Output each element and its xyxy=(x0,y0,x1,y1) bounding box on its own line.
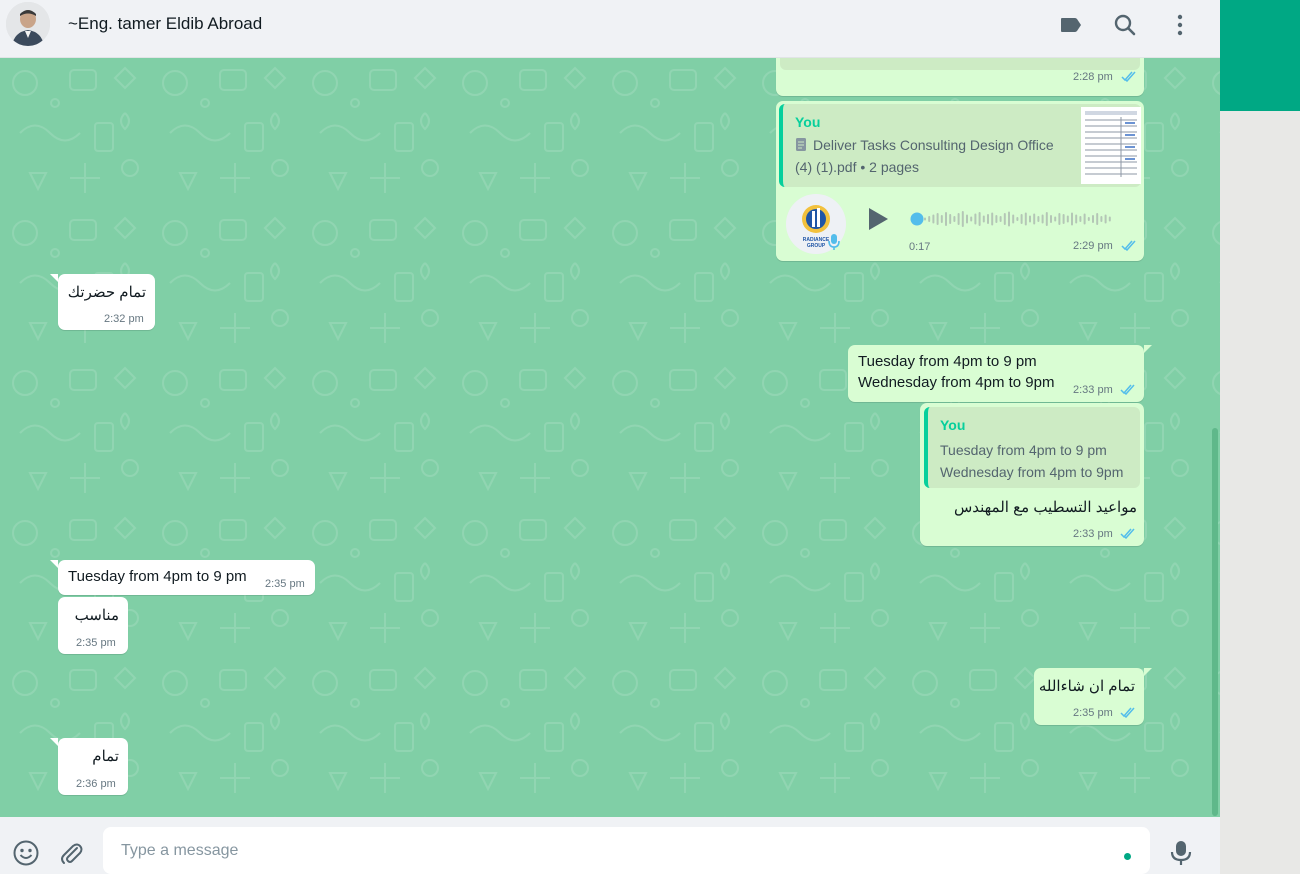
message-bubble-incoming[interactable]: مناسب 2:35 pm xyxy=(58,597,128,654)
quote-text-line1: Tuesday from 4pm to 9 pm xyxy=(940,442,1107,458)
quote-document-info: (4) (1).pdf • 2 pages xyxy=(795,159,919,175)
message-text: تمام xyxy=(92,748,119,765)
message-time: 2:35 pm xyxy=(1073,707,1113,719)
quoted-message[interactable]: You Tuesday from 4pm to 9 pm Wednesday f… xyxy=(924,407,1140,488)
message-time: 2:29 pm xyxy=(1073,240,1113,252)
menu-icon[interactable] xyxy=(1167,12,1193,38)
quote-sender: You xyxy=(940,417,966,433)
message-time: 2:35 pm xyxy=(265,578,305,590)
quote-document-name: Deliver Tasks Consulting Design Office xyxy=(813,137,1054,153)
voice-duration: 0:17 xyxy=(909,241,931,253)
message-time: 2:33 pm xyxy=(1073,528,1113,540)
attach-icon[interactable] xyxy=(57,839,85,872)
message-text: مواعيد التسطيب مع المهندس xyxy=(953,499,1137,516)
contact-name[interactable]: ~Eng. tamer Eldib Abroad xyxy=(68,14,262,34)
accent-banner xyxy=(1220,0,1300,111)
message-time: 2:28 pm xyxy=(1073,71,1113,83)
message-text: Tuesday from 4pm to 9 pm xyxy=(68,568,247,585)
message-text: تمام ان شاءالله xyxy=(1038,678,1135,695)
bubble-tail xyxy=(50,274,58,282)
document-icon xyxy=(796,138,806,155)
message-input[interactable] xyxy=(103,827,1150,874)
message-bubble-incoming[interactable]: Tuesday from 4pm to 9 pm 2:35 pm xyxy=(58,560,315,595)
read-ticks-icon xyxy=(1120,384,1135,395)
quoted-message[interactable]: You Deliver Tasks Consulting Design Offi… xyxy=(779,104,1141,187)
message-bubble-outgoing[interactable]: 2:28 pm xyxy=(776,58,1144,96)
quote-text-line2: Wednesday from 4pm to 9pm xyxy=(940,464,1124,480)
read-ticks-icon xyxy=(1120,528,1135,539)
read-ticks-icon xyxy=(1120,707,1135,718)
message-time: 2:35 pm xyxy=(76,637,116,649)
message-text-line1: Tuesday from 4pm to 9 pm xyxy=(858,353,1037,370)
bubble-tail xyxy=(50,738,58,746)
message-time: 2:36 pm xyxy=(76,778,116,790)
read-ticks-icon xyxy=(1121,71,1136,82)
quote-sender: You xyxy=(795,114,821,130)
message-time: 2:32 pm xyxy=(104,313,144,325)
bubble-tail xyxy=(1144,345,1152,353)
chat-scrollbar[interactable] xyxy=(1212,428,1218,816)
voice-waveform[interactable] xyxy=(910,204,1124,234)
typing-dot xyxy=(1124,853,1131,860)
message-bubble-incoming[interactable]: تمام 2:36 pm xyxy=(58,738,128,795)
message-text: مناسب xyxy=(74,607,119,624)
bubble-tail xyxy=(1144,668,1152,676)
mic-badge-icon xyxy=(828,233,840,255)
search-icon[interactable] xyxy=(1112,12,1138,38)
message-time: 2:33 pm xyxy=(1073,384,1113,396)
read-ticks-icon xyxy=(1121,240,1136,251)
document-thumbnail xyxy=(1081,107,1141,184)
message-bubble-outgoing-reply[interactable]: You Tuesday from 4pm to 9 pm Wednesday f… xyxy=(920,403,1144,546)
message-bubble-outgoing[interactable]: Tuesday from 4pm to 9 pm Wednesday from … xyxy=(848,345,1144,402)
mic-icon[interactable] xyxy=(1168,839,1194,872)
label-icon[interactable] xyxy=(1058,12,1084,38)
message-text: تمام حضرتك xyxy=(67,284,146,301)
chat-panel: ~Eng. tamer Eldib Abroad 2:28 pm You Del… xyxy=(0,0,1220,874)
play-icon[interactable] xyxy=(867,207,889,235)
emoji-icon[interactable] xyxy=(12,839,40,872)
bubble-tail xyxy=(50,560,58,568)
chat-background: 2:28 pm You Deliver Tasks Consulting Des… xyxy=(0,58,1220,817)
message-bubble-outgoing-voice[interactable]: You Deliver Tasks Consulting Design Offi… xyxy=(776,101,1144,261)
side-panel-edge xyxy=(1220,0,1300,874)
message-bubble-outgoing[interactable]: تمام ان شاءالله 2:35 pm xyxy=(1034,668,1144,725)
message-text-line2: Wednesday from 4pm to 9pm xyxy=(858,374,1055,391)
waveform-progress-dot[interactable] xyxy=(910,212,924,226)
message-bubble-incoming[interactable]: تمام حضرتك 2:32 pm xyxy=(58,274,155,330)
compose-bar xyxy=(0,817,1220,874)
chat-header: ~Eng. tamer Eldib Abroad xyxy=(0,0,1220,58)
contact-avatar[interactable] xyxy=(6,2,50,46)
